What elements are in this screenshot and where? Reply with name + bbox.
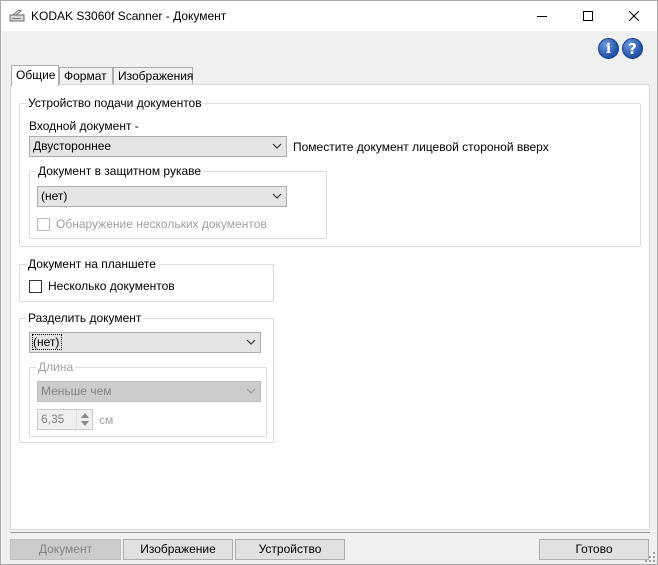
input-document-value: Двустороннее bbox=[33, 139, 112, 153]
flatbed-multi-box[interactable] bbox=[29, 279, 42, 293]
flatbed-multi-checkbox[interactable]: Несколько документов bbox=[29, 279, 175, 293]
spinner-buttons[interactable] bbox=[76, 410, 92, 429]
scanner-icon bbox=[9, 9, 25, 23]
length-unit-label: см bbox=[99, 413, 114, 427]
tab-images[interactable]: Изображения bbox=[113, 67, 193, 85]
image-button[interactable]: Изображение bbox=[123, 539, 233, 560]
input-document-label: Входной документ - bbox=[29, 119, 139, 133]
chevron-down-icon bbox=[272, 193, 282, 199]
split-value: (нет) bbox=[31, 334, 63, 350]
sleeve-value: (нет) bbox=[41, 189, 68, 203]
split-combo[interactable]: (нет) bbox=[29, 332, 261, 353]
split-group-legend: Разделить документ bbox=[26, 311, 144, 325]
minimize-icon bbox=[537, 16, 547, 17]
help-icon[interactable]: ? bbox=[622, 38, 643, 59]
chevron-down-icon bbox=[246, 339, 256, 345]
general-tab-panel: Устройство подачи документов Входной док… bbox=[10, 84, 650, 530]
tab-general[interactable]: Общие bbox=[11, 65, 59, 86]
multi-detect-checkbox[interactable]: Обнаружение нескольких документов bbox=[37, 217, 267, 231]
help-toolbar: i ? bbox=[598, 38, 646, 60]
chevron-down-icon bbox=[246, 388, 256, 394]
input-document-hint: Поместите документ лицевой стороной ввер… bbox=[293, 140, 549, 154]
tab-format[interactable]: Формат bbox=[59, 67, 113, 85]
spin-up-icon[interactable] bbox=[81, 413, 89, 418]
multi-detect-box[interactable] bbox=[37, 217, 50, 231]
minimize-button[interactable] bbox=[519, 1, 565, 31]
bottom-divider bbox=[10, 532, 650, 533]
multi-detect-label: Обнаружение нескольких документов bbox=[56, 217, 267, 231]
device-button[interactable]: Устройство bbox=[235, 539, 345, 560]
scanner-window: KODAK S3060f Scanner - Документ i ? Общи… bbox=[0, 0, 658, 565]
length-mode-value: Меньше чем bbox=[41, 384, 112, 398]
chevron-down-icon bbox=[272, 143, 282, 149]
input-document-combo[interactable]: Двустороннее bbox=[29, 136, 287, 157]
maximize-icon bbox=[583, 11, 593, 21]
flatbed-group-legend: Документ на планшете bbox=[26, 257, 158, 271]
sleeve-combo[interactable]: (нет) bbox=[37, 186, 287, 207]
feeder-group-legend: Устройство подачи документов bbox=[26, 96, 204, 110]
spin-down-icon[interactable] bbox=[81, 421, 89, 426]
length-amount-spinner[interactable]: 6,35 bbox=[37, 409, 93, 430]
flatbed-multi-label: Несколько документов bbox=[48, 279, 175, 293]
maximize-button[interactable] bbox=[565, 1, 611, 31]
close-button[interactable] bbox=[611, 1, 657, 31]
length-amount-value: 6,35 bbox=[41, 412, 65, 426]
length-group-legend: Длина bbox=[36, 360, 76, 374]
done-button[interactable]: Готово bbox=[539, 539, 649, 560]
title-bar[interactable]: KODAK S3060f Scanner - Документ bbox=[1, 1, 657, 31]
length-mode-combo[interactable]: Меньше чем bbox=[37, 381, 261, 402]
info-icon[interactable]: i bbox=[598, 38, 619, 59]
close-icon bbox=[629, 11, 639, 21]
document-button[interactable]: Документ bbox=[10, 539, 121, 560]
resize-grip-icon[interactable] bbox=[645, 552, 655, 562]
window-title: KODAK S3060f Scanner - Документ bbox=[31, 9, 227, 23]
sleeve-group-legend: Документ в защитном рукаве bbox=[36, 164, 204, 178]
